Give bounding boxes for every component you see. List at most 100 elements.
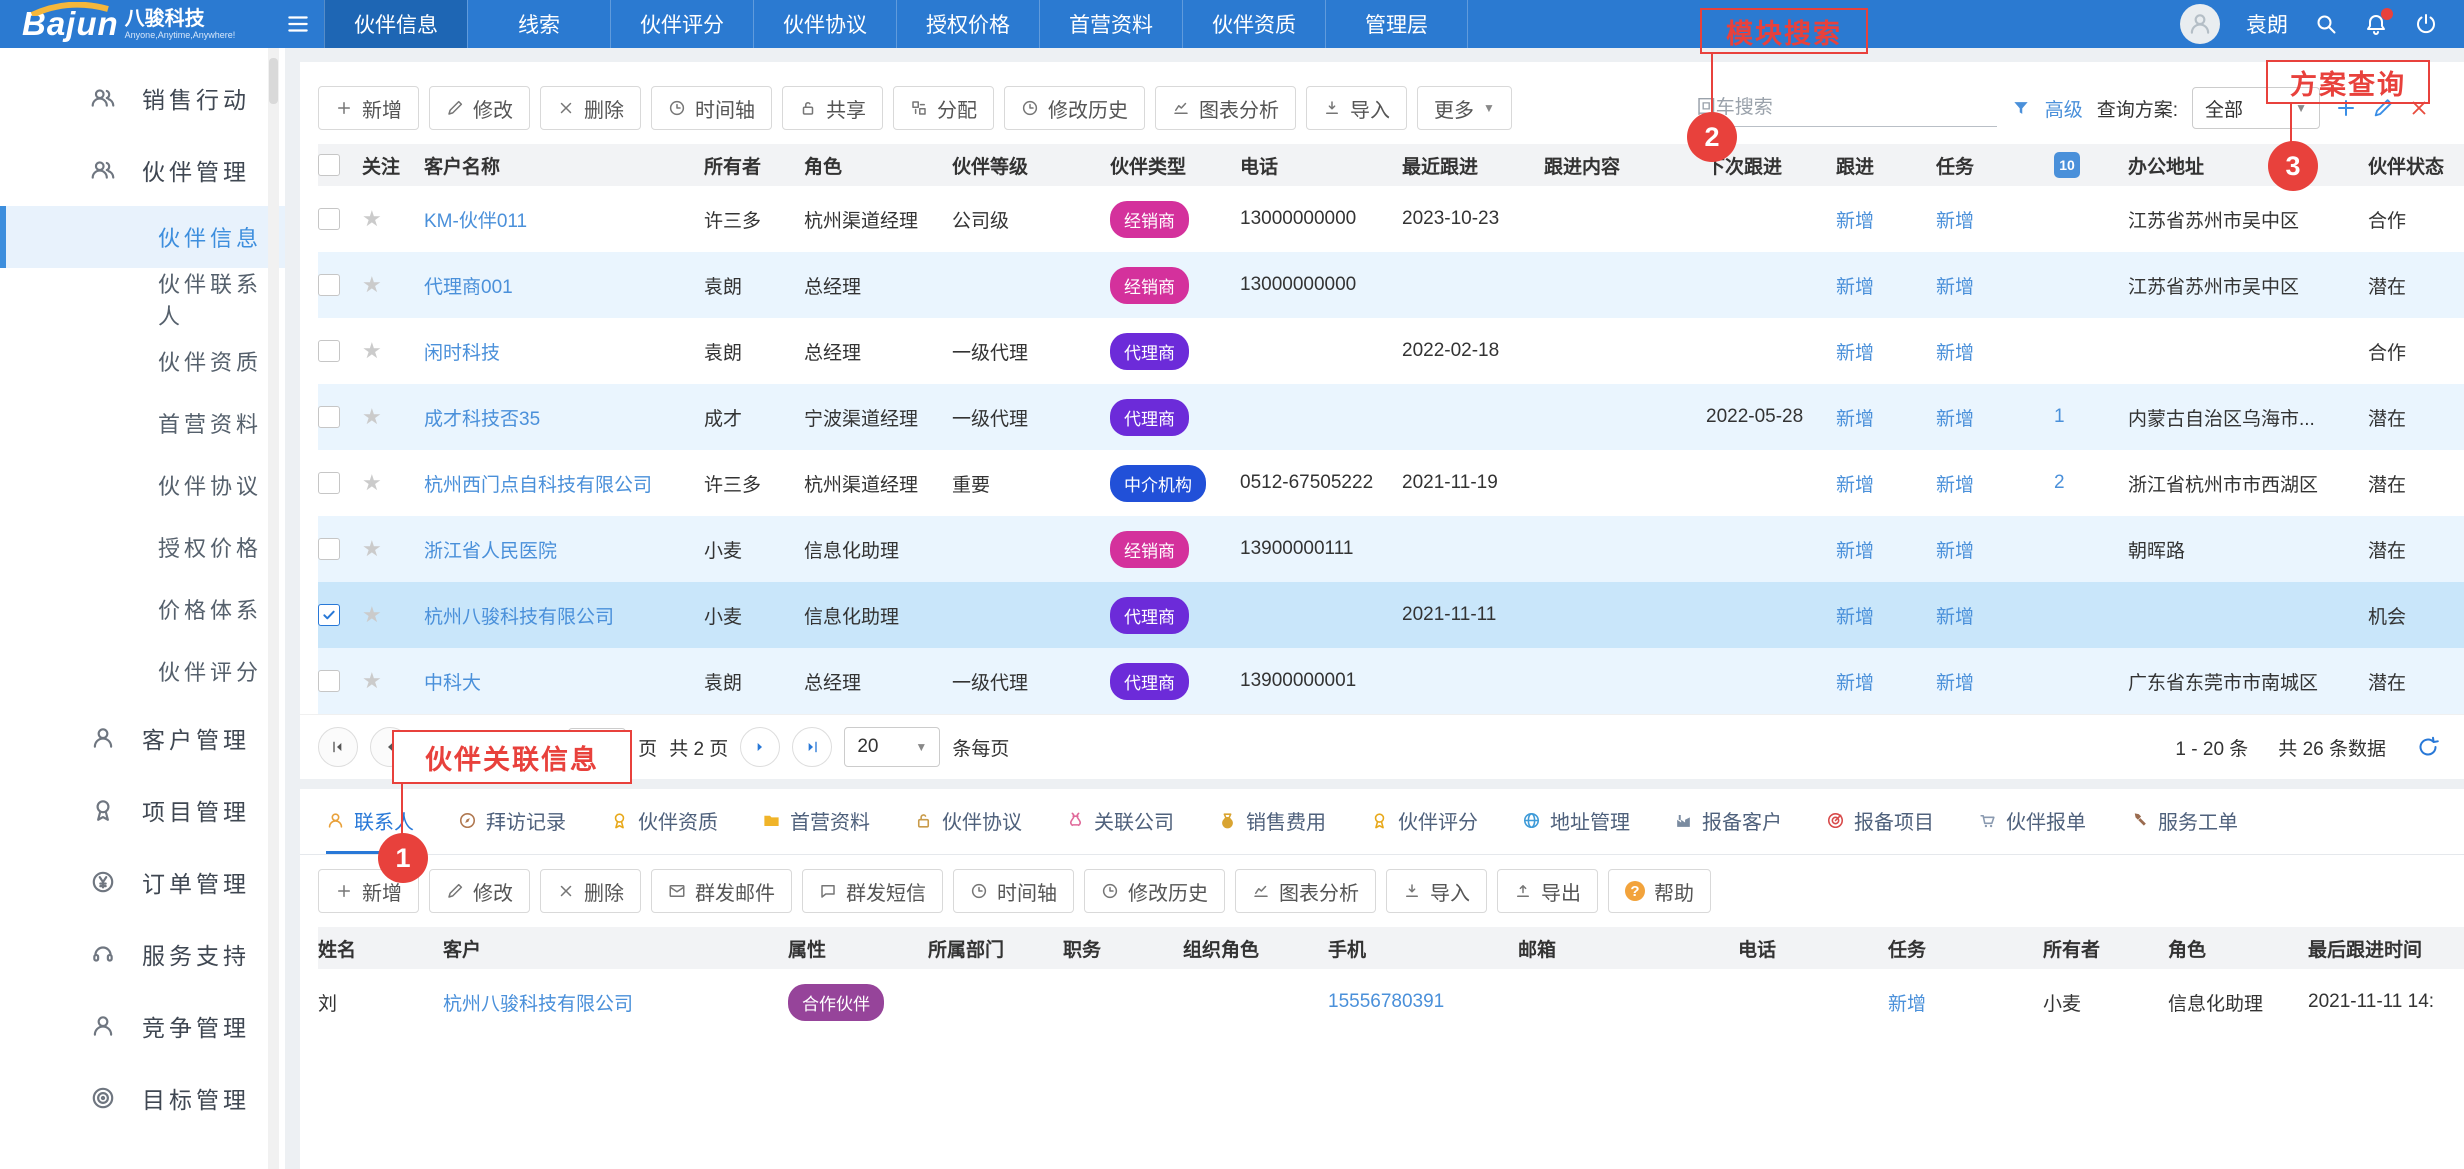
tab-1[interactable]: 拜访记录 xyxy=(458,789,566,854)
tab-4[interactable]: 伙伴协议 xyxy=(914,789,1022,854)
column-header[interactable]: 客户名称 xyxy=(424,152,704,179)
mobile-link[interactable]: 15556780391 xyxy=(1328,991,1444,1013)
nav-item-7[interactable]: 管理层 xyxy=(1325,0,1468,48)
tab-5[interactable]: 关联公司 xyxy=(1066,789,1174,854)
task-link[interactable]: 新增 xyxy=(1936,404,1974,431)
count-link[interactable]: 1 xyxy=(2054,406,2065,428)
task-link[interactable]: 新增 xyxy=(1936,470,1974,497)
sidebar-item-1-7[interactable]: 伙伴评分 xyxy=(0,640,285,702)
follow-link[interactable]: 新增 xyxy=(1836,668,1874,695)
logout-icon[interactable] xyxy=(2414,12,2438,36)
more-button[interactable]: 更多 ▼ xyxy=(1417,86,1512,130)
partner-name-link[interactable]: 浙江省人民医院 xyxy=(424,536,557,563)
sidebar-item-1-6[interactable]: 价格体系 xyxy=(0,578,285,640)
task-link[interactable]: 新增 xyxy=(1936,272,1974,299)
table-row[interactable]: ★代理商001袁朗总经理经销商13000000000新增新增江苏省苏州市吴中区潜… xyxy=(318,252,2464,318)
table-row[interactable]: ★杭州八骏科技有限公司小麦信息化助理代理商2021-11-11新增新增机会 xyxy=(318,582,2464,648)
共享-button[interactable]: 共享 xyxy=(782,86,883,130)
nav-item-1[interactable]: 线索 xyxy=(467,0,610,48)
column-header[interactable]: 伙伴状态 xyxy=(2368,152,2464,179)
sidebar-group-4[interactable]: 订单管理 xyxy=(0,846,285,918)
sidebar-scrollbar[interactable] xyxy=(268,48,279,1169)
table-row[interactable]: ★中科大袁朗总经理一级代理代理商13900000001新增新增广东省东莞市市南城… xyxy=(318,648,2464,714)
sidebar-item-1-0[interactable]: 伙伴信息 xyxy=(0,206,285,268)
notifications-icon[interactable] xyxy=(2364,12,2388,36)
导出-button[interactable]: 导出 xyxy=(1497,869,1598,913)
column-header[interactable]: 手机 xyxy=(1328,935,1518,962)
column-header[interactable]: 客户 xyxy=(443,935,788,962)
修改历史-button[interactable]: 修改历史 xyxy=(1004,86,1145,130)
新增-button[interactable]: 新增 xyxy=(318,86,419,130)
sidebar-group-7[interactable]: 目标管理 xyxy=(0,1062,285,1134)
star-icon[interactable]: ★ xyxy=(362,338,382,364)
群发邮件-button[interactable]: 群发邮件 xyxy=(651,869,792,913)
sidebar-item-1-2[interactable]: 伙伴资质 xyxy=(0,330,285,392)
nav-item-3[interactable]: 伙伴协议 xyxy=(753,0,896,48)
task-link[interactable]: 新增 xyxy=(1888,989,1926,1016)
customer-link[interactable]: 杭州八骏科技有限公司 xyxy=(443,989,633,1016)
column-header[interactable]: 角色 xyxy=(2168,935,2308,962)
partner-name-link[interactable]: 中科大 xyxy=(424,668,481,695)
task-link[interactable]: 新增 xyxy=(1936,206,1974,233)
partner-name-link[interactable]: 代理商001 xyxy=(424,272,513,299)
star-icon[interactable]: ★ xyxy=(362,470,382,496)
table-row[interactable]: ★成才科技否35成才宁波渠道经理一级代理代理商2022-05-28新增新增1内蒙… xyxy=(318,384,2464,450)
refresh-icon[interactable] xyxy=(2416,735,2440,759)
删除-button[interactable]: 删除 xyxy=(540,86,641,130)
column-header[interactable]: 任务 xyxy=(1936,152,2054,179)
时间轴-button[interactable]: 时间轴 xyxy=(953,869,1074,913)
修改-button[interactable]: 修改 xyxy=(429,86,530,130)
partner-name-link[interactable]: 杭州西门点自科技有限公司 xyxy=(424,470,652,497)
contact-row[interactable]: 刘杭州八骏科技有限公司合作伙伴15556780391新增小麦信息化助理2021-… xyxy=(318,969,2464,1035)
count-link[interactable]: 2 xyxy=(2054,472,2065,494)
群发短信-button[interactable]: 群发短信 xyxy=(802,869,943,913)
tab-2[interactable]: 伙伴资质 xyxy=(610,789,718,854)
sidebar-item-1-3[interactable]: 首营资料 xyxy=(0,392,285,454)
时间轴-button[interactable]: 时间轴 xyxy=(651,86,772,130)
star-icon[interactable]: ★ xyxy=(362,668,382,694)
menu-icon[interactable] xyxy=(272,0,324,48)
帮助-button[interactable]: ? 帮助 xyxy=(1608,869,1711,913)
partner-name-link[interactable]: 闲时科技 xyxy=(424,338,500,365)
row-checkbox[interactable] xyxy=(318,604,340,626)
sidebar-item-1-1[interactable]: 伙伴联系人 xyxy=(0,268,285,330)
tab-6[interactable]: 销售费用 xyxy=(1218,789,1326,854)
column-header[interactable]: 任务 xyxy=(1888,935,2043,962)
nav-item-6[interactable]: 伙伴资质 xyxy=(1182,0,1325,48)
column-header[interactable]: 电话 xyxy=(1240,152,1402,179)
tab-8[interactable]: 地址管理 xyxy=(1522,789,1630,854)
nav-item-2[interactable]: 伙伴评分 xyxy=(610,0,753,48)
filter-icon[interactable] xyxy=(2011,98,2031,118)
nav-item-0[interactable]: 伙伴信息 xyxy=(324,0,467,48)
follow-link[interactable]: 新增 xyxy=(1836,206,1874,233)
column-header[interactable]: 最后跟进时间 xyxy=(2308,935,2464,962)
avatar[interactable] xyxy=(2180,4,2220,44)
column-header[interactable]: 伙伴类型 xyxy=(1110,152,1240,179)
图表分析-button[interactable]: 图表分析 xyxy=(1235,869,1376,913)
sidebar-group-2[interactable]: 客户管理 xyxy=(0,702,285,774)
star-icon[interactable]: ★ xyxy=(362,404,382,430)
column-header[interactable]: 职务 xyxy=(1063,935,1183,962)
last-page-button[interactable] xyxy=(792,727,832,767)
column-header[interactable]: 关注 xyxy=(362,152,424,179)
user-name[interactable]: 袁朗 xyxy=(2246,9,2288,39)
star-icon[interactable]: ★ xyxy=(362,272,382,298)
follow-link[interactable]: 新增 xyxy=(1836,272,1874,299)
column-header[interactable]: 姓名 xyxy=(318,935,443,962)
star-icon[interactable]: ★ xyxy=(362,536,382,562)
row-checkbox[interactable] xyxy=(318,208,340,230)
column-header[interactable]: 所有者 xyxy=(704,152,804,179)
导入-button[interactable]: 导入 xyxy=(1306,86,1407,130)
tab-9[interactable]: 报备客户 xyxy=(1674,789,1782,854)
column-header[interactable]: 跟进 xyxy=(1836,152,1936,179)
sidebar-group-0[interactable]: 销售行动 xyxy=(0,62,285,134)
partner-name-link[interactable]: KM-伙伴011 xyxy=(424,206,527,233)
table-row[interactable]: ★浙江省人民医院小麦信息化助理经销商13900000111新增新增朝晖路潜在 xyxy=(318,516,2464,582)
column-header[interactable]: 最近跟进 xyxy=(1402,152,1544,179)
sidebar-group-5[interactable]: 服务支持 xyxy=(0,918,285,990)
图表分析-button[interactable]: 图表分析 xyxy=(1155,86,1296,130)
table-row[interactable]: ★闲时科技袁朗总经理一级代理代理商2022-02-18新增新增合作 xyxy=(318,318,2464,384)
follow-link[interactable]: 新增 xyxy=(1836,338,1874,365)
search-input[interactable] xyxy=(1697,89,1997,127)
tab-3[interactable]: 首营资料 xyxy=(762,789,870,854)
